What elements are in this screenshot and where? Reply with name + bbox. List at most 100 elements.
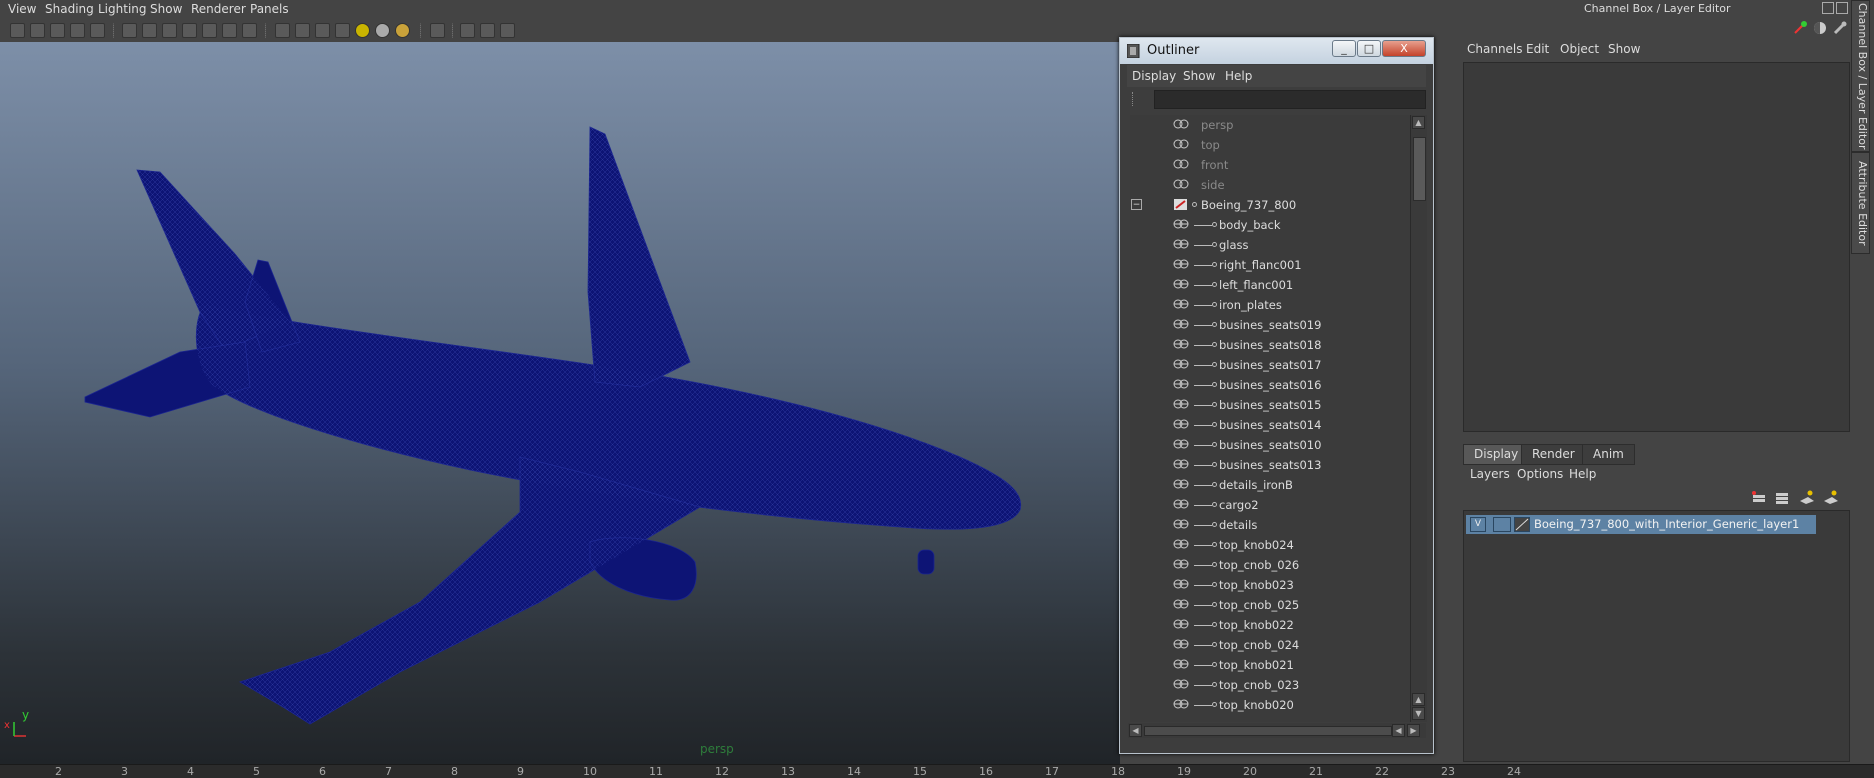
camera-attributes-icon[interactable] [30,23,45,38]
menu-renderer[interactable]: Renderer [191,2,246,16]
filter-drag-handle[interactable] [1132,92,1145,106]
outliner-item[interactable]: top_knob022 [1130,615,1411,635]
layer-list[interactable] [1463,510,1850,762]
scroll-thumb[interactable] [1413,137,1426,201]
outliner-item[interactable]: top_cnob_026 [1130,555,1411,575]
outliner-horizontal-scrollbar[interactable]: ◀ ◀ ▶ [1128,723,1426,738]
safe-action-icon[interactable] [222,23,237,38]
film-gate-icon[interactable] [142,23,157,38]
layer-playback-toggle[interactable] [1493,517,1511,532]
menu-panels[interactable]: Panels [250,2,289,16]
field-chart-icon[interactable] [202,23,217,38]
tool-settings-icon[interactable] [1832,20,1848,36]
maximize-button[interactable]: □ [1357,40,1381,57]
edit-menu[interactable]: Edit [1526,42,1549,56]
time-slider[interactable]: 2 3 4 5 6 7 8 9 10 11 12 13 14 15 16 17 … [0,764,1874,778]
share-icon[interactable] [500,23,515,38]
snapping-icon[interactable] [1792,20,1808,36]
tab-render[interactable]: Render [1521,444,1586,465]
camera-row-top[interactable]: top [1130,135,1411,155]
outliner-item[interactable]: details_ironB [1130,475,1411,495]
display-toggle-icon[interactable] [1812,20,1828,36]
minimize-button[interactable]: _ [1332,40,1356,57]
outliner-item[interactable]: details [1130,515,1411,535]
channel-box-area[interactable] [1463,62,1850,432]
outliner-title-bar[interactable]: Outliner _ □ X [1120,38,1433,64]
two-d-pan-icon[interactable] [90,23,105,38]
outliner-vertical-scrollbar[interactable]: ▲ ▲ ▼ [1410,115,1427,722]
new-layer-selected-icon[interactable] [1798,489,1816,505]
tab-display[interactable]: Display [1463,444,1530,465]
restore-icon[interactable] [1822,2,1834,14]
outliner-item[interactable]: top_cnob_024 [1130,635,1411,655]
outliner-item[interactable]: top_knob020 [1130,695,1411,715]
layers-menu[interactable]: Layers [1470,467,1510,481]
scroll-down-button[interactable]: ▼ [1412,707,1425,720]
outliner-menu-help[interactable]: Help [1225,69,1252,83]
outliner-item[interactable]: busines_seats016 [1130,375,1411,395]
textured-icon[interactable] [335,23,350,38]
camera-row-front[interactable]: front [1130,155,1411,175]
float-icon[interactable] [1836,2,1848,14]
wireframe-icon[interactable] [275,23,290,38]
channels-menu[interactable]: Channels [1467,42,1523,56]
outliner-menu-display[interactable]: Display [1132,69,1176,83]
outliner-filter-input[interactable] [1154,90,1426,109]
isolate-select-icon[interactable] [430,23,445,38]
menu-show[interactable]: Show [150,2,182,16]
scroll-down-button[interactable]: ▲ [1412,693,1425,706]
add-selected-to-layer-icon[interactable] [1822,489,1840,505]
outliner-item[interactable]: iron_plates [1130,295,1411,315]
outliner-item[interactable]: top_knob024 [1130,535,1411,555]
select-camera-icon[interactable] [10,23,25,38]
smooth-shade-icon[interactable] [295,23,310,38]
perspective-viewport[interactable] [0,42,1120,764]
side-tab-attribute-editor[interactable]: Attribute Editor [1851,152,1870,254]
group-row-boeing[interactable]: − Boeing_737_800 [1130,195,1411,215]
scroll-left-button[interactable]: ◀ [1129,724,1142,737]
outliner-item[interactable]: busines_seats017 [1130,355,1411,375]
wireframe-on-shaded-icon[interactable] [315,23,330,38]
resolution-gate-icon[interactable] [162,23,177,38]
outliner-item[interactable]: busines_seats013 [1130,455,1411,475]
menu-shading[interactable]: Shading [45,2,94,16]
menu-view[interactable]: View [8,2,36,16]
bookmark-icon[interactable] [50,23,65,38]
help-menu[interactable]: Help [1569,467,1596,481]
outliner-item[interactable]: body_back [1130,215,1411,235]
menu-lighting[interactable]: Lighting [98,2,147,16]
tab-anim[interactable]: Anim [1582,444,1635,465]
outliner-item[interactable]: cargo2 [1130,495,1411,515]
new-layer-icon[interactable] [1773,489,1791,505]
outliner-item[interactable]: busines_seats015 [1130,395,1411,415]
close-button[interactable]: X [1382,40,1426,57]
collapse-toggle[interactable]: − [1131,199,1142,210]
scroll-left-button[interactable]: ◀ [1392,724,1405,737]
scroll-up-button[interactable]: ▲ [1412,116,1425,129]
outliner-item[interactable]: busines_seats019 [1130,315,1411,335]
safe-title-icon[interactable] [242,23,257,38]
outliner-item[interactable]: busines_seats018 [1130,335,1411,355]
outliner-item[interactable]: top_knob023 [1130,575,1411,595]
outliner-item[interactable]: top_cnob_023 [1130,675,1411,695]
layer-visibility-toggle[interactable]: V [1470,517,1486,532]
outliner-item[interactable]: right_flanc001 [1130,255,1411,275]
outliner-item[interactable]: top_cnob_025 [1130,595,1411,615]
camera-row-persp[interactable]: persp [1130,115,1411,135]
outliner-item[interactable]: busines_seats010 [1130,435,1411,455]
object-menu[interactable]: Object [1560,42,1599,56]
gate-mask-icon[interactable] [182,23,197,38]
outliner-tree[interactable]: persp top front side − Boeing_737_800 bo… [1130,115,1411,722]
layer-row[interactable]: V Boeing_737_800_with_Interior_Generic_l… [1466,515,1816,534]
image-plane-icon[interactable] [70,23,85,38]
outliner-menu-show[interactable]: Show [1183,69,1215,83]
outliner-item[interactable]: busines_seats014 [1130,415,1411,435]
layer-color-swatch[interactable] [1514,517,1530,532]
show-menu[interactable]: Show [1608,42,1640,56]
outliner-item[interactable]: glass [1130,235,1411,255]
xray-icon[interactable] [460,23,475,38]
scroll-right-button[interactable]: ▶ [1407,724,1420,737]
camera-row-side[interactable]: side [1130,175,1411,195]
grid-icon[interactable] [122,23,137,38]
outliner-item[interactable]: left_flanc001 [1130,275,1411,295]
